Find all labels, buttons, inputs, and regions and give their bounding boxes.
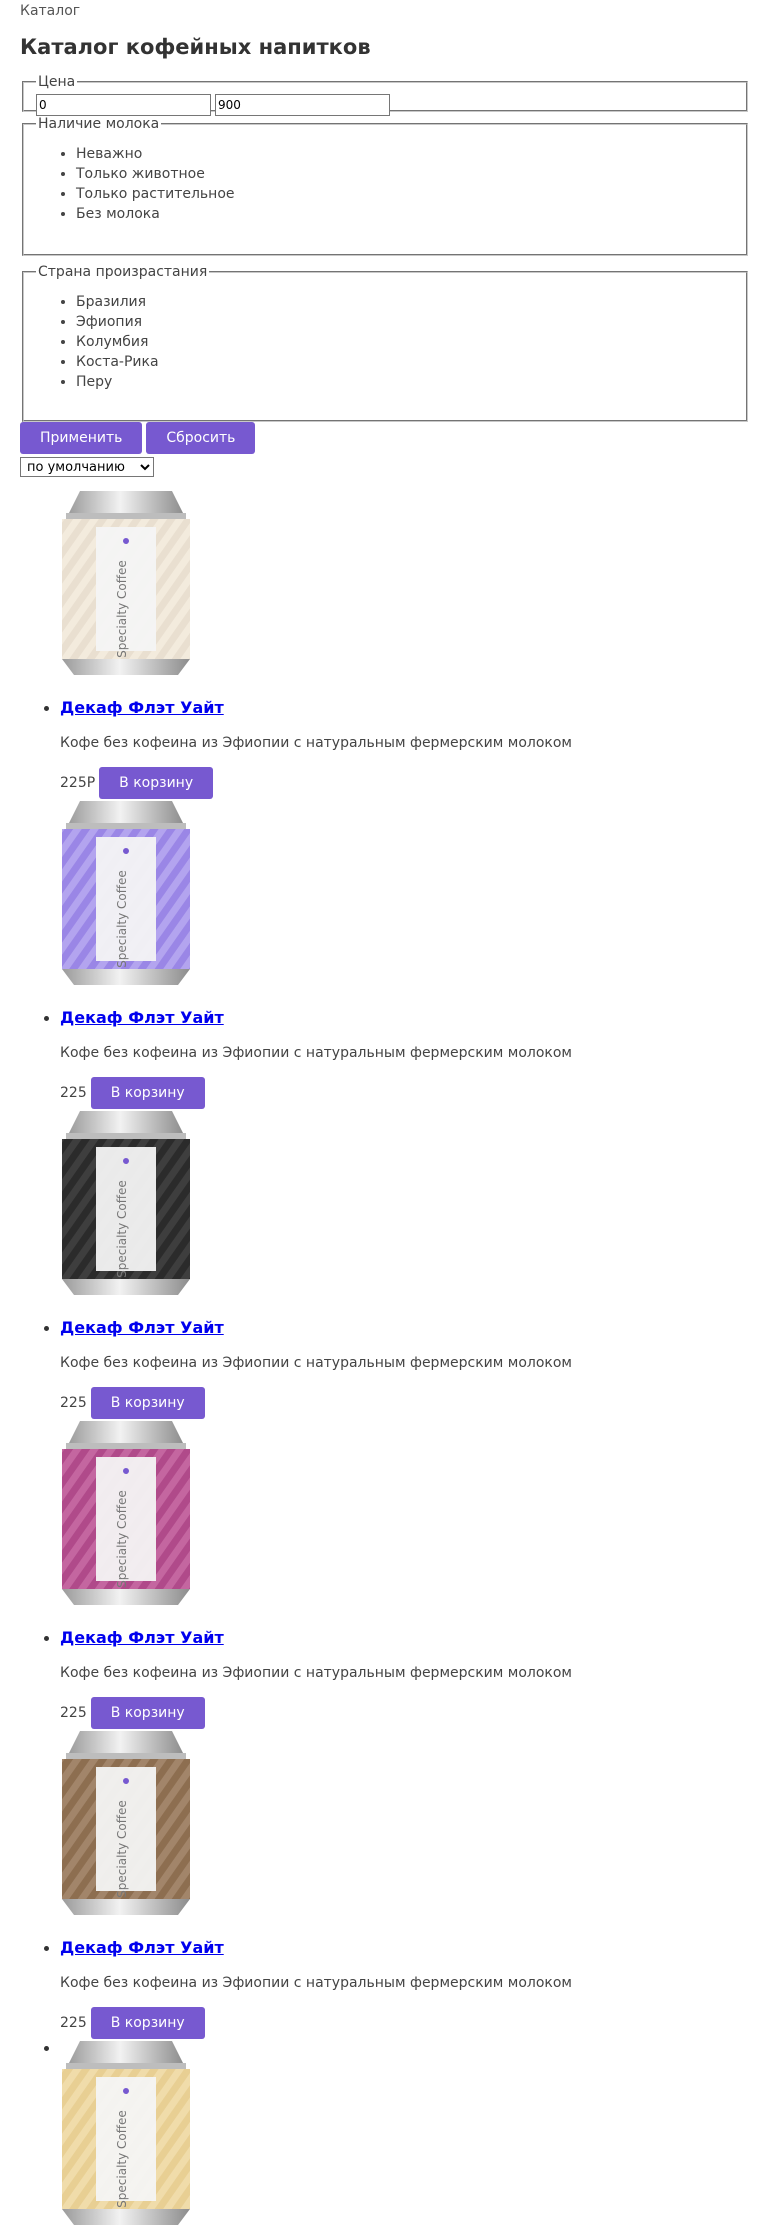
product-image: Specialty Coffee (62, 2041, 190, 2225)
can-bottom (62, 659, 190, 675)
can-label-text: Specialty Coffee (115, 1490, 129, 1588)
product-list: Specialty Coffee Декаф Флэт Уайт Кофе бе… (20, 489, 748, 2229)
add-to-cart-button[interactable]: В корзину (90, 2007, 205, 2039)
can-label-text: Specialty Coffee (115, 560, 129, 658)
milk-filter-legend: Наличие молока (38, 116, 160, 132)
product-image: Specialty Coffee (62, 1111, 190, 1295)
product-description: Кофе без кофеина из Эфиопии с натуральны… (60, 1665, 572, 1681)
sort-select[interactable]: по умолчанию (20, 457, 154, 477)
can-top (68, 2041, 184, 2065)
add-to-cart-button[interactable]: В корзину (99, 767, 214, 799)
product-link[interactable]: Декаф Флэт Уайт (60, 1937, 748, 1959)
product-image: Specialty Coffee (62, 1421, 190, 1605)
can-top (68, 1421, 184, 1445)
apply-button[interactable]: Применить (20, 422, 143, 454)
milk-option[interactable]: Только животное (76, 164, 734, 184)
country-option[interactable]: Бразилия (76, 292, 734, 312)
can-top (68, 1111, 184, 1135)
product-card: Specialty Coffee Декаф Флэт Уайт Кофе бе… (60, 1419, 748, 1729)
can-label-text: Specialty Coffee (115, 870, 129, 968)
country-option[interactable]: Колумбия (76, 332, 734, 352)
product-link[interactable]: Декаф Флэт Уайт (60, 1007, 748, 1029)
can-logo (123, 1778, 129, 1784)
product-price: 225 (60, 1395, 87, 1411)
breadcrumb: Каталог (20, 3, 81, 19)
product-price: 225 (60, 2015, 87, 2031)
can-bottom (62, 1589, 190, 1605)
can-rim (66, 1443, 186, 1449)
can-logo (123, 1468, 129, 1474)
can-label-text: Specialty Coffee (115, 1180, 129, 1278)
can-logo (123, 538, 129, 544)
can-bottom (62, 2209, 190, 2225)
milk-filter: Наличие молока Неважно Только животное Т… (22, 116, 748, 256)
filter-form: Цена Наличие молока Неважно Только живот… (20, 74, 748, 454)
product-image: Specialty Coffee (62, 491, 190, 675)
country-option[interactable]: Коста-Рика (76, 352, 734, 372)
can-rim (66, 513, 186, 519)
page-title: Каталог кофейных напитков (20, 35, 371, 59)
can-label-text: Specialty Coffee (115, 1800, 129, 1898)
product-link[interactable]: Декаф Флэт Уайт (60, 1627, 748, 1649)
product-price: 225Р (60, 775, 96, 791)
milk-option[interactable]: Без молока (76, 204, 734, 224)
can-bottom (62, 969, 190, 985)
can-rim (66, 1753, 186, 1759)
product-card: Specialty Coffee Декаф Флэт Уайт Кофе бе… (60, 1109, 748, 1419)
can-rim (66, 1133, 186, 1139)
country-option[interactable]: Эфиопия (76, 312, 734, 332)
can-bottom (62, 1899, 190, 1915)
country-filter-legend: Страна произрастания (38, 264, 208, 280)
price-max-input[interactable] (215, 94, 390, 116)
price-filter-legend: Цена (38, 74, 76, 90)
product-price: 225 (60, 1705, 87, 1721)
add-to-cart-button[interactable]: В корзину (90, 1697, 205, 1729)
can-logo (123, 848, 129, 854)
product-description: Кофе без кофеина из Эфиопии с натуральны… (60, 1045, 572, 1061)
reset-button[interactable]: Сбросить (146, 422, 256, 454)
price-min-input[interactable] (36, 94, 211, 116)
can-bottom (62, 1279, 190, 1295)
can-logo (123, 2088, 129, 2094)
can-top (68, 801, 184, 825)
can-top (68, 491, 184, 515)
can-top (68, 1731, 184, 1755)
milk-option[interactable]: Неважно (76, 144, 734, 164)
can-label-text: Specialty Coffee (115, 2110, 129, 2208)
product-image: Specialty Coffee (62, 1731, 190, 1915)
product-link[interactable]: Декаф Флэт Уайт (60, 697, 748, 719)
milk-option[interactable]: Только растительное (76, 184, 734, 204)
product-card: Specialty Coffee Декаф Флэт Уайт Кофе бе… (60, 489, 748, 799)
product-price: 225 (60, 1085, 87, 1101)
product-card: Specialty Coffee Декаф Флэт Уайт Кофе бе… (60, 799, 748, 1109)
product-card: Specialty Coffee (60, 2039, 748, 2229)
add-to-cart-button[interactable]: В корзину (90, 1387, 205, 1419)
product-description: Кофе без кофеина из Эфиопии с натуральны… (60, 735, 572, 751)
add-to-cart-button[interactable]: В корзину (90, 1077, 205, 1109)
can-rim (66, 823, 186, 829)
can-rim (66, 2063, 186, 2069)
product-card: Specialty Coffee Декаф Флэт Уайт Кофе бе… (60, 1729, 748, 2039)
country-option[interactable]: Перу (76, 372, 734, 392)
product-description: Кофе без кофеина из Эфиопии с натуральны… (60, 1355, 572, 1371)
product-description: Кофе без кофеина из Эфиопии с натуральны… (60, 1975, 572, 1991)
country-filter: Страна произрастания Бразилия Эфиопия Ко… (22, 264, 748, 422)
can-logo (123, 1158, 129, 1164)
product-image: Specialty Coffee (62, 801, 190, 985)
price-filter: Цена (22, 74, 748, 116)
product-link[interactable]: Декаф Флэт Уайт (60, 1317, 748, 1339)
